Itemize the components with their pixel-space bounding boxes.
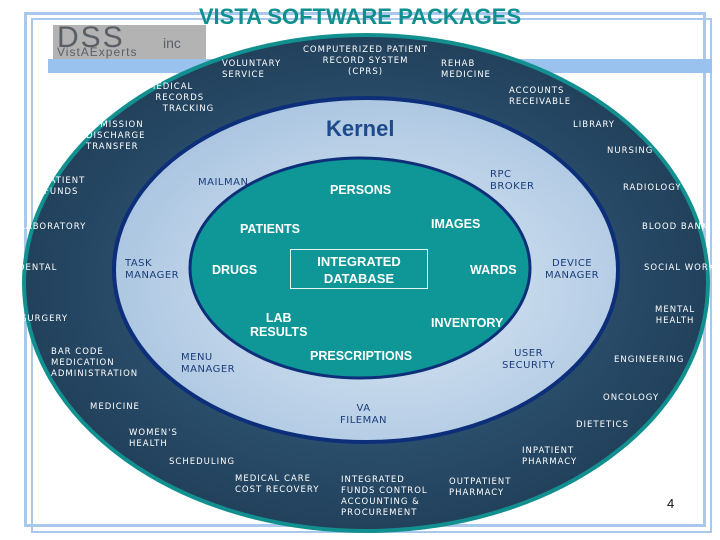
app-womens-health: WOMEN'S HEALTH — [129, 428, 178, 449]
kernel-task-manager: TASK MANAGER — [125, 258, 180, 281]
integrated-database-label: INTEGRATED DATABASE — [317, 254, 401, 286]
app-voluntary-service: VOLUNTARY SERVICE — [222, 59, 282, 80]
db-patients: PATIENTS — [240, 222, 300, 236]
db-inventory: INVENTORY — [431, 316, 504, 330]
app-patient-funds: PATIENT FUNDS — [44, 176, 86, 197]
app-medicine: MEDICINE — [90, 402, 140, 412]
kernel-user-security: USER SECURITY — [502, 348, 556, 371]
app-admission-discharge-transfer: ADMISSION DISCHARGE TRANSFER — [86, 120, 146, 152]
app-integrated-funds-control: INTEGRATED FUNDS CONTROL ACCOUNTING & PR… — [341, 475, 428, 518]
app-oncology: ONCOLOGY — [603, 393, 660, 403]
app-inpatient-pharmacy: INPATIENT PHARMACY — [522, 446, 578, 467]
kernel-menu-manager: MENU MANAGER — [181, 352, 236, 375]
kernel-rpc-broker: RPC BROKER — [490, 169, 535, 192]
kernel-label: Kernel — [326, 116, 395, 141]
kernel-va-fileman: VA FILEMAN — [340, 403, 388, 426]
page-number: 4 — [667, 496, 675, 511]
app-rehab-medicine: REHAB MEDICINE — [441, 59, 491, 80]
kernel-mailman: MAILMAN — [198, 177, 249, 188]
app-social-work: SOCIAL WORK — [644, 263, 716, 273]
app-mental-health: MENTAL HEALTH — [655, 305, 696, 326]
company-logo: DSS inc VistAExperts — [53, 21, 206, 59]
app-dental: DENTAL — [18, 263, 58, 273]
app-outpatient-pharmacy: OUTPATIENT PHARMACY — [449, 477, 512, 498]
kernel-device-manager: DEVICE MANAGER — [545, 258, 600, 281]
app-engineering: ENGINEERING — [614, 355, 685, 365]
app-scheduling: SCHEDULING — [169, 457, 236, 467]
app-accounts-receivable: ACCOUNTS RECEIVABLE — [509, 86, 572, 107]
logo-tagline: VistAExperts — [57, 45, 138, 59]
app-dietetics: DIETETICS — [576, 420, 630, 430]
app-medical-records-tracking: MEDICAL RECORDS TRACKING — [148, 82, 215, 114]
app-medical-care-cost-recovery: MEDICAL CARE COST RECOVERY — [235, 474, 320, 495]
logo-suffix: inc — [163, 35, 181, 51]
db-lab-results: LAB RESULTS — [250, 311, 308, 339]
db-images: IMAGES — [431, 217, 481, 231]
db-prescriptions: PRESCRIPTIONS — [310, 349, 413, 363]
app-laboratory: LABORATORY — [20, 222, 87, 232]
db-persons: PERSONS — [330, 183, 392, 197]
db-drugs: DRUGS — [212, 263, 258, 277]
app-cprs: COMPUTERIZED PATIENT RECORD SYSTEM (CPRS… — [303, 45, 429, 77]
app-bar-code-medication-administration: BAR CODE MEDICATION ADMINISTRATION — [51, 347, 139, 379]
app-surgery: SURGERY — [21, 314, 69, 324]
app-blood-bank: BLOOD BANK — [642, 222, 709, 232]
app-library: LIBRARY — [573, 120, 616, 130]
db-wards: WARDS — [470, 263, 517, 277]
app-nursing: NURSING — [607, 146, 654, 156]
app-radiology: RADIOLOGY — [623, 183, 682, 193]
